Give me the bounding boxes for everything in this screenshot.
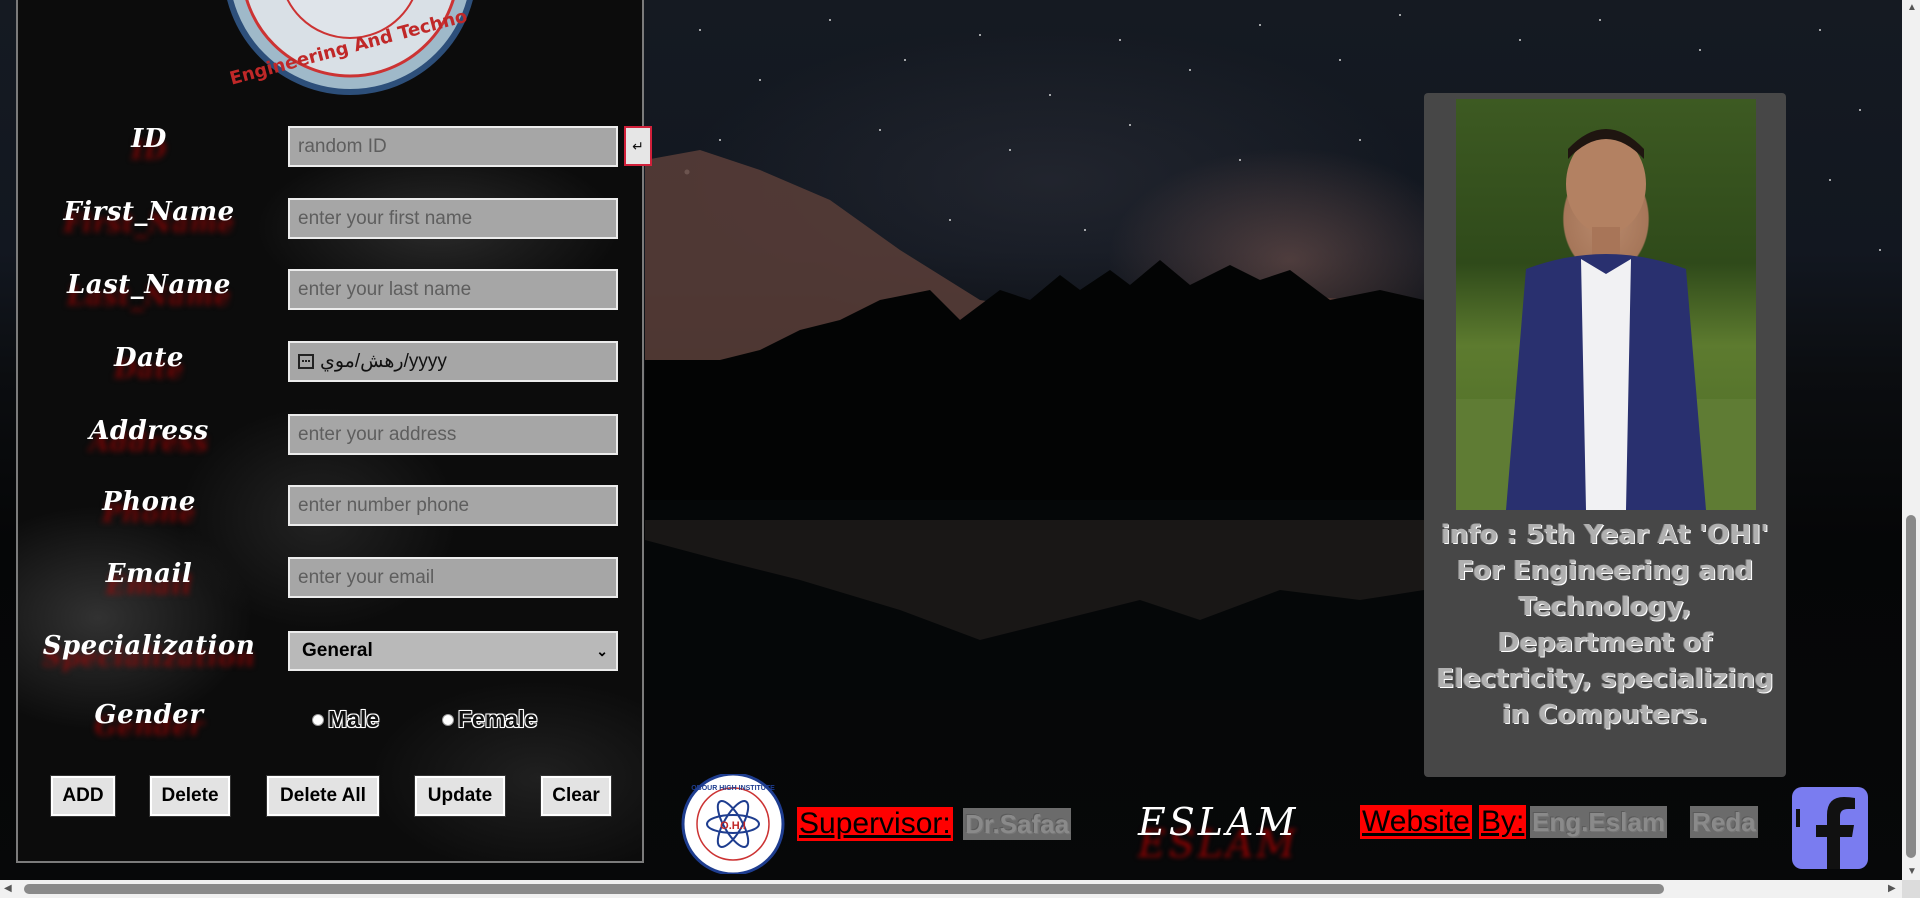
author-last-name: Reda — [1690, 806, 1758, 838]
logo-footer-ring-text: OBOUR HIGH INSTITUTE — [691, 785, 775, 792]
vertical-scrollbar[interactable]: ▲ ▼ — [1902, 0, 1920, 880]
date-label: Date — [114, 343, 184, 373]
scroll-left-icon[interactable]: ◀ — [4, 883, 12, 894]
male-radio[interactable] — [312, 713, 324, 726]
institute-logo-footer: O.H.I OBOUR HIGH INSTITUTE — [681, 774, 785, 874]
horizontal-scroll-thumb[interactable] — [24, 884, 1664, 894]
male-radio-label: Male — [328, 706, 380, 732]
institute-logo-top: Engineering And Techno — [227, 0, 473, 95]
author-first-name: Eng.Eslam — [1530, 806, 1667, 838]
first-name-label: First_Name — [63, 197, 235, 227]
facebook-link[interactable] — [1792, 787, 1868, 869]
by-label: By: — [1479, 805, 1527, 839]
phone-input[interactable] — [288, 485, 618, 526]
scroll-up-icon[interactable]: ▲ — [1907, 2, 1917, 13]
id-input[interactable] — [288, 126, 618, 167]
vertical-scroll-thumb[interactable] — [1906, 515, 1916, 858]
update-button[interactable]: Update — [414, 775, 506, 817]
address-label: Address — [89, 416, 209, 446]
generate-id-button[interactable]: ↵ — [624, 126, 652, 166]
gender-label: Gender — [94, 700, 204, 730]
address-input[interactable] — [288, 414, 618, 455]
person-figure — [1456, 129, 1756, 510]
facebook-icon — [1796, 797, 1855, 869]
last-name-input[interactable] — [288, 269, 618, 310]
date-input[interactable]: رهش/موي/yyyy — [288, 341, 618, 382]
logo-center-text: O.H.I — [720, 820, 746, 832]
email-input[interactable] — [288, 557, 618, 598]
specialization-selected: General — [302, 640, 373, 661]
website-link[interactable]: Website — [1360, 805, 1472, 839]
last-name-label: Last_Name — [67, 270, 231, 300]
first-name-input[interactable] — [288, 198, 618, 239]
scroll-down-icon[interactable]: ▼ — [1907, 866, 1917, 877]
supervisor-label: Supervisor: — [797, 807, 953, 841]
email-label: Email — [105, 559, 193, 589]
female-radio-label: Female — [458, 706, 538, 732]
profile-card: info : 5th Year At 'OHI' For Engineering… — [1424, 93, 1786, 777]
signature: ESLAM — [1138, 800, 1299, 844]
specialization-select[interactable]: General ⌄ — [288, 631, 618, 671]
add-button[interactable]: ADD — [50, 775, 116, 817]
gender-option-female[interactable]: Female — [442, 706, 537, 733]
scrollbar-corner — [1902, 880, 1920, 898]
date-value: رهش/موي/yyyy — [320, 351, 447, 372]
gender-option-male[interactable]: Male — [312, 706, 379, 733]
phone-label: Phone — [102, 487, 196, 517]
registration-form-panel: Engineering And Techno ID ↵ First_Name L… — [16, 0, 652, 863]
horizontal-scrollbar[interactable]: ◀ ▶ — [0, 880, 1902, 898]
calendar-icon[interactable] — [298, 354, 314, 369]
profile-info-text: info : 5th Year At 'OHI' For Engineering… — [1436, 520, 1774, 730]
female-radio[interactable] — [442, 713, 454, 726]
clear-button[interactable]: Clear — [540, 775, 612, 817]
id-label: ID — [131, 124, 167, 154]
delete-all-button[interactable]: Delete All — [266, 775, 380, 817]
specialization-label: Specialization — [42, 631, 256, 661]
chevron-down-icon: ⌄ — [596, 642, 608, 659]
scroll-right-icon[interactable]: ▶ — [1888, 883, 1896, 894]
profile-photo — [1456, 99, 1756, 510]
delete-button[interactable]: Delete — [149, 775, 231, 817]
supervisor-name: Dr.Safaa — [963, 808, 1072, 840]
